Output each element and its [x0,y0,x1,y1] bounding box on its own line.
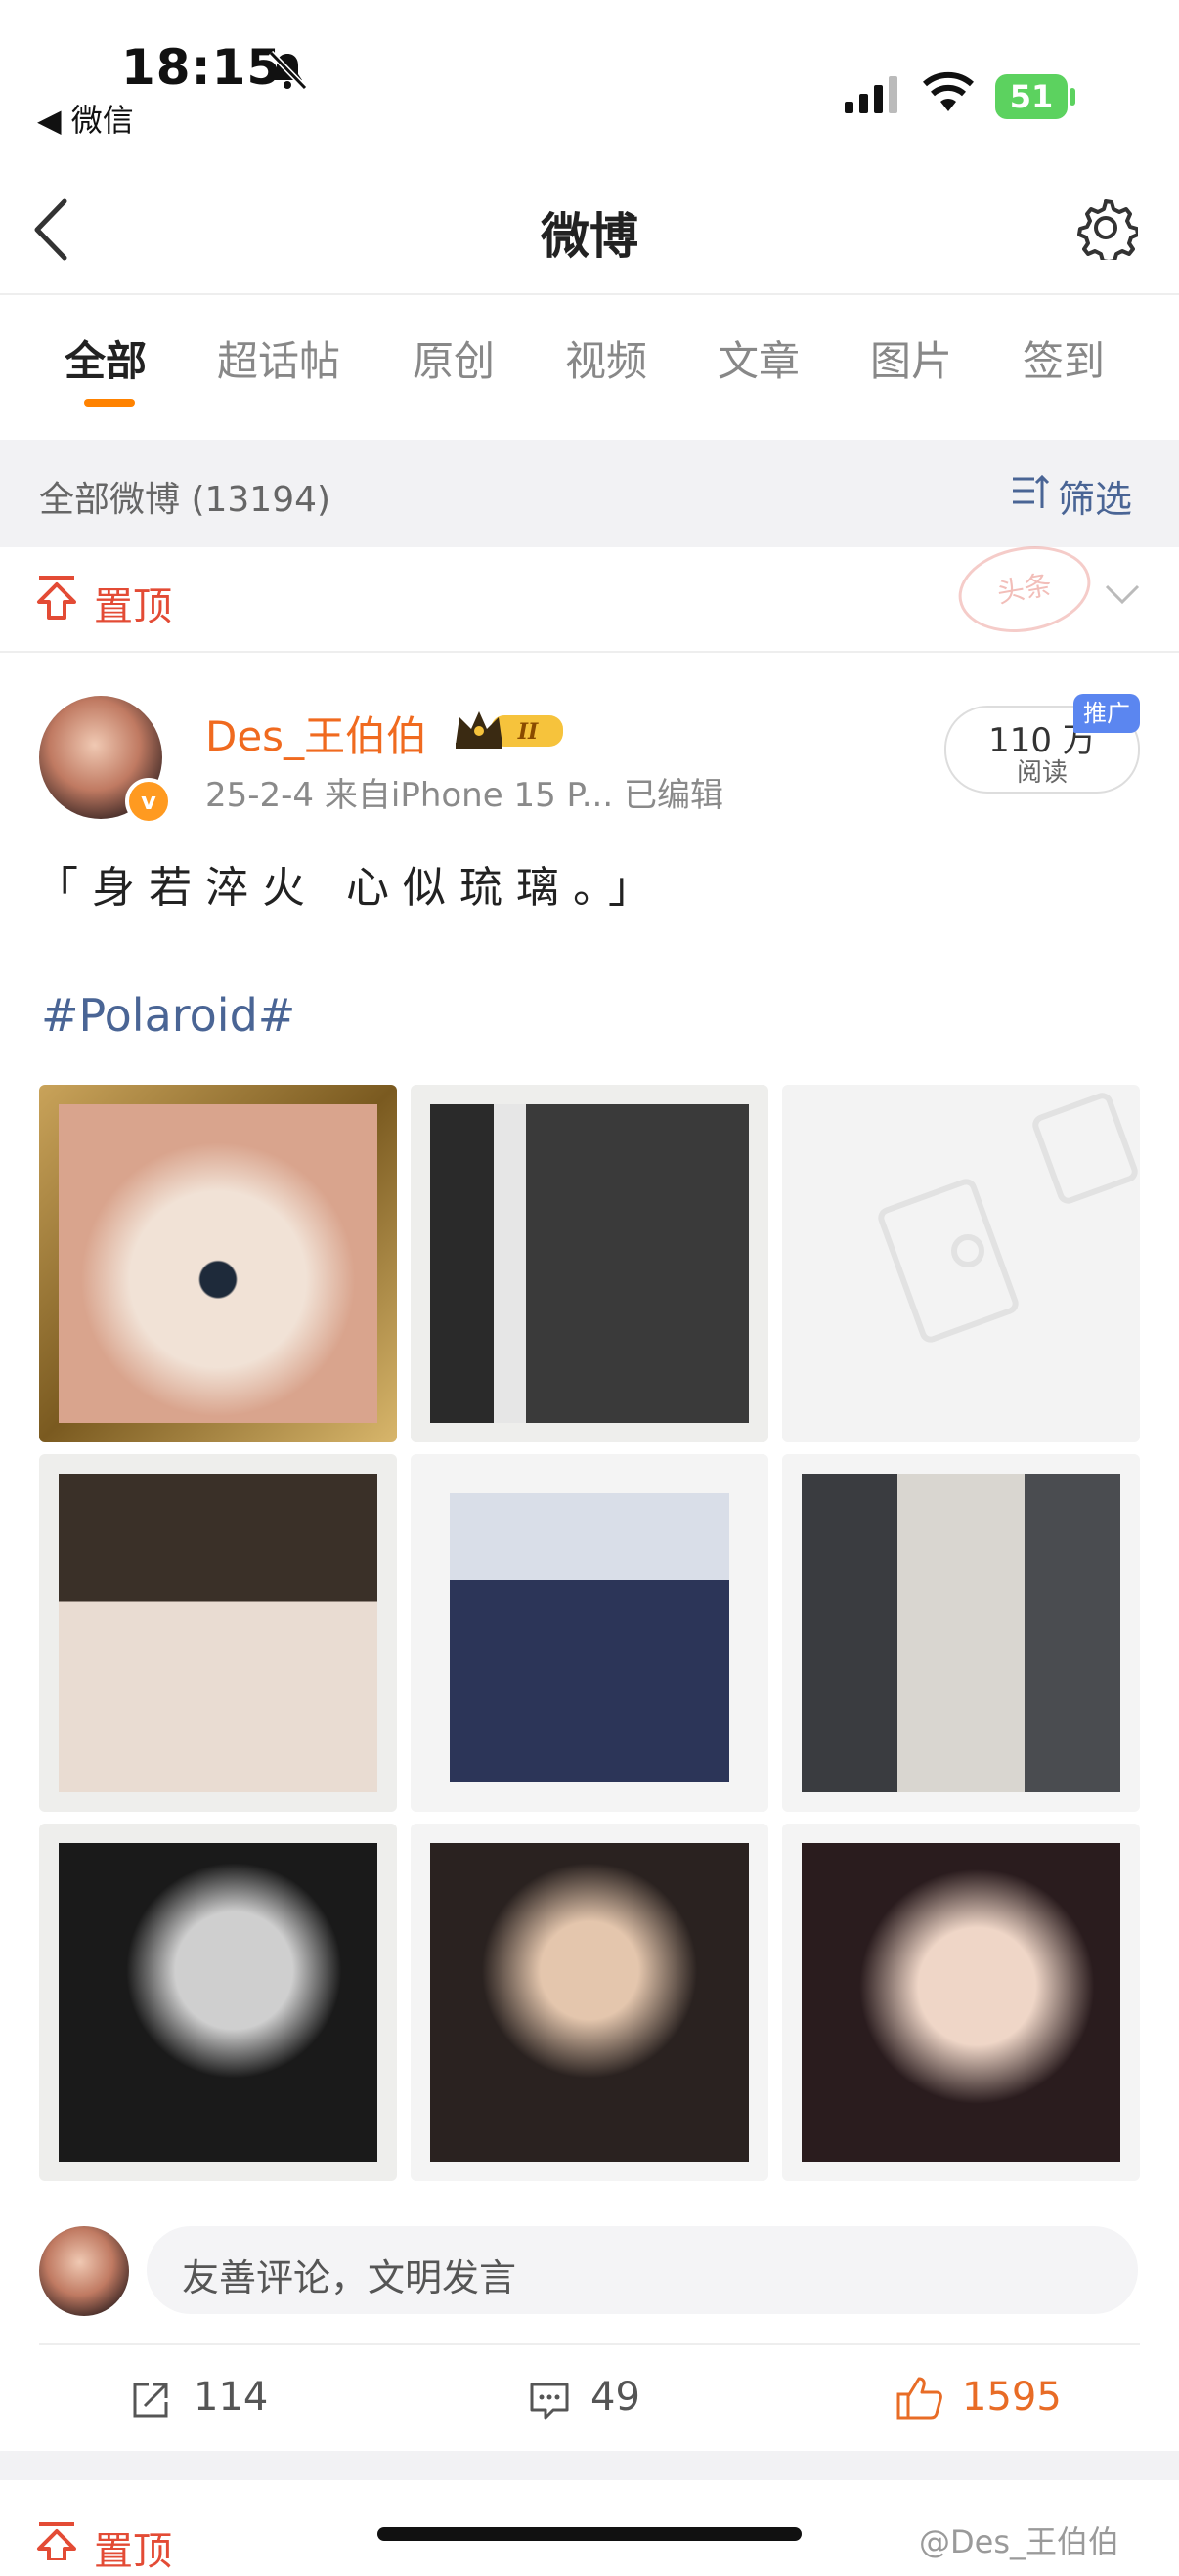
tab-all[interactable]: 全部 [65,328,147,388]
read-count-label: 阅读 [1016,758,1068,788]
photo-8[interactable] [411,1824,768,2181]
photo-2[interactable] [411,1085,768,1442]
photo-1[interactable] [39,1085,397,1442]
tab-video[interactable]: 视频 [565,328,647,388]
photo-4[interactable] [39,1454,397,1812]
post-meta: 25-2-4 来自iPhone 15 P... 已编辑 [205,776,723,815]
like-thumb-icon[interactable] [895,2375,944,2422]
filter-icon[interactable] [1011,473,1050,512]
cellular-signal-icon [845,76,897,113]
tab-original[interactable]: 原创 [413,328,495,388]
hashtag-link[interactable]: #Polaroid# [41,989,295,1042]
verified-badge-icon: v [125,778,172,825]
comment-count[interactable]: 49 [590,2375,640,2420]
repost-count[interactable]: 114 [194,2375,268,2420]
tab-image[interactable]: 图片 [870,328,952,388]
header-divider [0,293,1179,295]
pinned-label: 置顶 [94,584,172,629]
tab-supertopic[interactable]: 超话帖 [217,328,340,388]
active-tab-indicator [84,399,135,407]
settings-gear-icon[interactable] [1073,195,1138,260]
photo-7[interactable] [39,1824,397,2181]
chevron-down-icon[interactable] [1103,582,1142,606]
photo-5[interactable] [411,1454,768,1812]
mute-bell-icon [268,50,308,91]
photo-6[interactable] [782,1454,1140,1812]
actions-divider [39,2343,1140,2345]
weibo-watermark: @Des_王伯伯 [919,2523,1120,2560]
commenter-avatar [39,2226,129,2316]
like-count[interactable]: 1595 [962,2375,1062,2420]
battery-indicator: 51 [995,74,1068,119]
rank-badge-text: II [517,719,539,745]
comment-icon[interactable] [528,2381,571,2422]
back-to-wechat-link[interactable]: ◀ 微信 [37,96,134,141]
tab-checkin[interactable]: 签到 [1023,328,1105,388]
pin-top-icon [37,576,76,620]
tab-bar: 全部 超话帖 原创 视频 文章 图片 签到 [0,328,1179,387]
status-time: 18:15 [121,39,283,96]
photo-3-loading[interactable] [782,1085,1140,1442]
post-separator [0,2451,1179,2480]
battery-tip [1070,88,1075,106]
pinned-divider [0,651,1179,653]
repost-icon[interactable] [129,2379,172,2422]
headline-stamp: 头条 [951,536,1098,643]
wifi-icon [923,71,974,111]
post-count-label: 全部微博 (13194) [39,480,331,520]
image-placeholder-icon [878,1093,1138,1343]
filter-button[interactable]: 筛选 [1058,469,1132,523]
tab-article[interactable]: 文章 [718,328,800,388]
post-text: 「身若淬火 心似琉璃。」 [35,863,665,913]
pin-top-icon [37,2522,76,2560]
page-title: 微博 [541,208,638,265]
next-pinned-label: 置顶 [94,2529,172,2574]
promote-tag[interactable]: 推广 [1073,694,1140,733]
comment-input[interactable]: 友善评论，文明发言 [147,2226,1138,2314]
home-indicator[interactable] [377,2527,802,2541]
photo-9[interactable] [782,1824,1140,2181]
post-username[interactable]: Des_王伯伯 [205,704,427,763]
comment-placeholder: 友善评论，文明发言 [182,2256,517,2299]
crown-rank-badge-icon: II [456,711,563,749]
